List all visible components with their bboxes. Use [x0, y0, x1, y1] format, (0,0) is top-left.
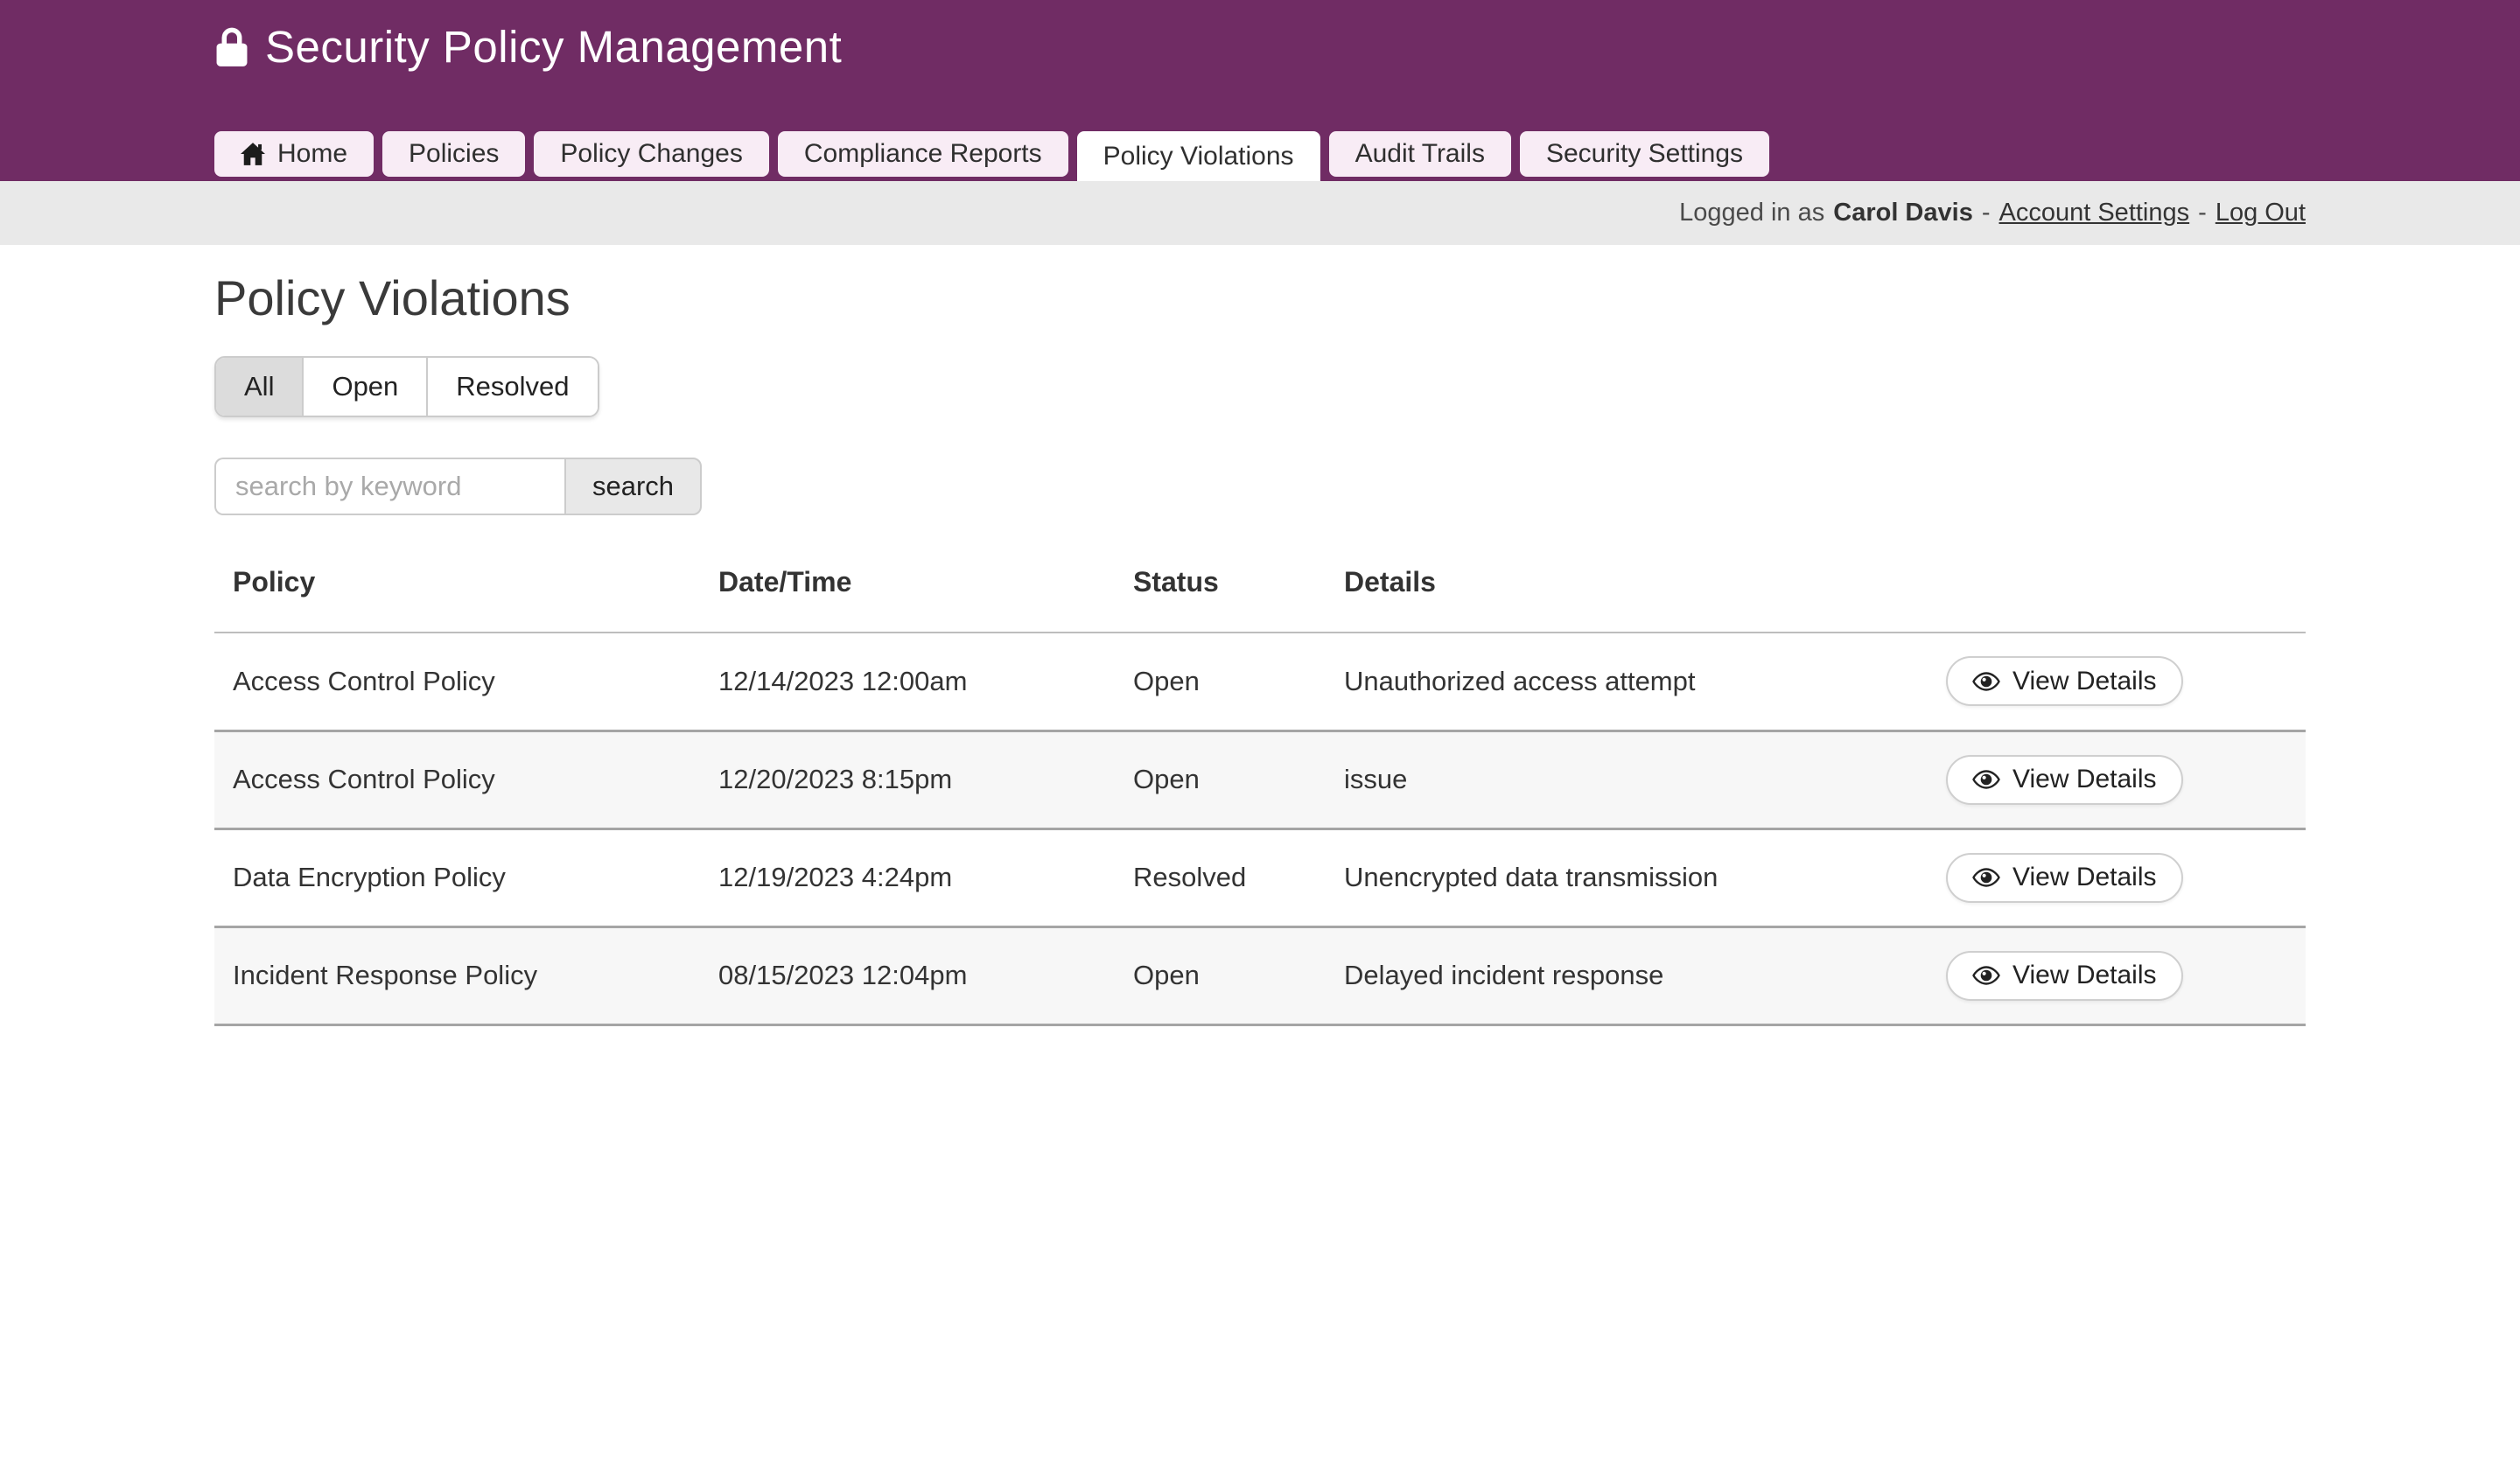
- table-row: Access Control Policy 12/14/2023 12:00am…: [214, 633, 2306, 731]
- cell-datetime: 12/19/2023 4:24pm: [700, 828, 1115, 926]
- cell-details: issue: [1326, 731, 1928, 828]
- tab-label: Audit Trails: [1355, 139, 1485, 169]
- tab-label: Policy Changes: [560, 139, 742, 169]
- search-button[interactable]: search: [564, 458, 702, 515]
- column-header-policy: Policy: [214, 566, 700, 633]
- main-nav: Home Policies Policy Changes Compliance …: [214, 131, 2306, 181]
- eye-icon: [1972, 672, 2000, 691]
- status-filter-group: All Open Resolved: [214, 356, 599, 417]
- home-icon: [241, 143, 265, 165]
- tab-audit-trails[interactable]: Audit Trails: [1329, 131, 1511, 177]
- lock-icon: [214, 26, 249, 68]
- eye-icon: [1972, 868, 2000, 887]
- view-details-button[interactable]: View Details: [1946, 853, 2183, 903]
- view-details-label: View Details: [2012, 863, 2157, 892]
- column-header-datetime: Date/Time: [700, 566, 1115, 633]
- username: Carol Davis: [1833, 199, 1973, 227]
- violations-table: Policy Date/Time Status Details Access C…: [214, 566, 2306, 1026]
- tab-security-settings[interactable]: Security Settings: [1520, 131, 1769, 177]
- cell-datetime: 12/20/2023 8:15pm: [700, 731, 1115, 828]
- account-settings-link[interactable]: Account Settings: [1999, 199, 2190, 227]
- separator: -: [2198, 199, 2207, 227]
- view-details-button[interactable]: View Details: [1946, 656, 2183, 706]
- column-header-actions: [1928, 566, 2306, 633]
- brand: Security Policy Management: [214, 0, 2306, 73]
- section-heading: Policy Violations: [214, 269, 2306, 326]
- table-row: Access Control Policy 12/20/2023 8:15pm …: [214, 731, 2306, 828]
- tab-label: Compliance Reports: [804, 139, 1042, 169]
- cell-status: Open: [1115, 926, 1326, 1024]
- table-row: Incident Response Policy 08/15/2023 12:0…: [214, 926, 2306, 1024]
- cell-status: Open: [1115, 633, 1326, 731]
- view-details-label: View Details: [2012, 667, 2157, 696]
- search-input[interactable]: [214, 458, 564, 515]
- eye-icon: [1972, 966, 2000, 985]
- user-bar: Logged in as Carol Davis - Account Setti…: [0, 181, 2520, 245]
- view-details-label: View Details: [2012, 961, 2157, 990]
- tab-policy-changes[interactable]: Policy Changes: [534, 131, 768, 177]
- filter-open-button[interactable]: Open: [302, 358, 426, 416]
- cell-policy: Data Encryption Policy: [214, 828, 700, 926]
- log-out-link[interactable]: Log Out: [2216, 199, 2306, 227]
- column-header-status: Status: [1115, 566, 1326, 633]
- table-header-row: Policy Date/Time Status Details: [214, 566, 2306, 633]
- cell-status: Resolved: [1115, 828, 1326, 926]
- view-details-label: View Details: [2012, 765, 2157, 794]
- tab-label: Policy Violations: [1103, 142, 1294, 171]
- cell-status: Open: [1115, 731, 1326, 828]
- tab-label: Policies: [409, 139, 499, 169]
- app-header: Security Policy Management Home Policies…: [0, 0, 2520, 181]
- tab-home[interactable]: Home: [214, 131, 374, 177]
- search-bar: search: [214, 458, 2306, 515]
- column-header-details: Details: [1326, 566, 1928, 633]
- tab-label: Home: [277, 139, 347, 169]
- cell-details: Unauthorized access attempt: [1326, 633, 1928, 731]
- tab-compliance-reports[interactable]: Compliance Reports: [778, 131, 1068, 177]
- filter-all-button[interactable]: All: [216, 358, 302, 416]
- cell-policy: Access Control Policy: [214, 731, 700, 828]
- cell-details: Delayed incident response: [1326, 926, 1928, 1024]
- filter-resolved-button[interactable]: Resolved: [426, 358, 597, 416]
- table-row: Data Encryption Policy 12/19/2023 4:24pm…: [214, 828, 2306, 926]
- page-title: Security Policy Management: [265, 21, 842, 73]
- view-details-button[interactable]: View Details: [1946, 951, 2183, 1001]
- view-details-button[interactable]: View Details: [1946, 755, 2183, 805]
- tab-label: Security Settings: [1546, 139, 1743, 169]
- logged-in-text: Logged in as: [1679, 199, 1824, 227]
- cell-policy: Access Control Policy: [214, 633, 700, 731]
- cell-datetime: 08/15/2023 12:04pm: [700, 926, 1115, 1024]
- cell-policy: Incident Response Policy: [214, 926, 700, 1024]
- tab-policy-violations[interactable]: Policy Violations: [1077, 131, 1320, 181]
- cell-details: Unencrypted data transmission: [1326, 828, 1928, 926]
- cell-datetime: 12/14/2023 12:00am: [700, 633, 1115, 731]
- eye-icon: [1972, 770, 2000, 789]
- tab-policies[interactable]: Policies: [382, 131, 525, 177]
- separator: -: [1982, 199, 1991, 227]
